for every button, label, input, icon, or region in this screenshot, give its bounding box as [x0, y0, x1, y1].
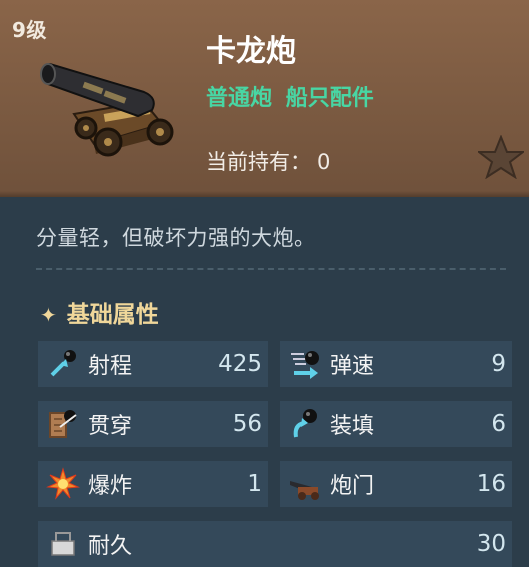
stat-label: 贯穿 [88, 414, 133, 439]
sparkle-icon: ✦ [40, 303, 57, 327]
explosion-icon [46, 467, 80, 500]
stat-label: 炮门 [330, 474, 375, 499]
stat-reload: 装填 6 [280, 401, 512, 447]
item-category-tag: 船只配件 [285, 86, 374, 111]
holding-value: 0 [317, 150, 331, 174]
item-tags: 普通炮 船只配件 [206, 80, 374, 112]
durability-icon [51, 532, 75, 556]
gunport-icon [290, 481, 319, 500]
stat-value: 425 [218, 351, 262, 377]
stat-label: 弹速 [330, 354, 375, 379]
projectile-speed-icon [291, 351, 319, 379]
stat-value: 9 [491, 351, 506, 377]
item-description: 分量轻，但破坏力强的大炮。 [36, 226, 316, 250]
stat-value: 6 [491, 411, 506, 437]
item-type-tag: 普通炮 [206, 86, 273, 111]
divider [36, 268, 506, 270]
holding-label: 当前持有： [206, 150, 311, 174]
holding-count: 当前持有： 0 [206, 146, 330, 176]
stat-value: 16 [476, 471, 506, 497]
stat-projectile-speed: 弹速 9 [280, 341, 512, 387]
penetration-icon [49, 410, 77, 438]
favorite-star-icon[interactable] [478, 135, 524, 179]
stat-penetration: 贯穿 56 [38, 401, 268, 447]
item-header: 9级 卡龙炮 普通炮 船只配件 当前持有： 0 [0, 0, 529, 197]
stat-label: 装填 [330, 414, 375, 439]
stat-range: 射程 425 [38, 341, 268, 387]
section-title: ✦ 基础属性 [40, 295, 159, 329]
cannon-icon [40, 62, 174, 157]
reload-icon [293, 409, 317, 438]
stat-value: 1 [247, 471, 262, 497]
stat-value: 56 [232, 411, 262, 437]
section-title-text: 基础属性 [66, 302, 159, 328]
item-level: 9级 [12, 18, 47, 42]
stat-explosion: 爆炸 1 [38, 461, 268, 507]
stat-label: 射程 [88, 354, 133, 379]
stat-label: 耐久 [88, 534, 133, 559]
item-name: 卡龙炮 [206, 34, 296, 69]
stat-durability: 耐久 30 [38, 521, 512, 567]
stat-value: 30 [476, 531, 506, 557]
stat-gunport: 炮门 16 [280, 461, 512, 507]
range-icon [50, 350, 76, 377]
stat-label: 爆炸 [88, 474, 133, 499]
